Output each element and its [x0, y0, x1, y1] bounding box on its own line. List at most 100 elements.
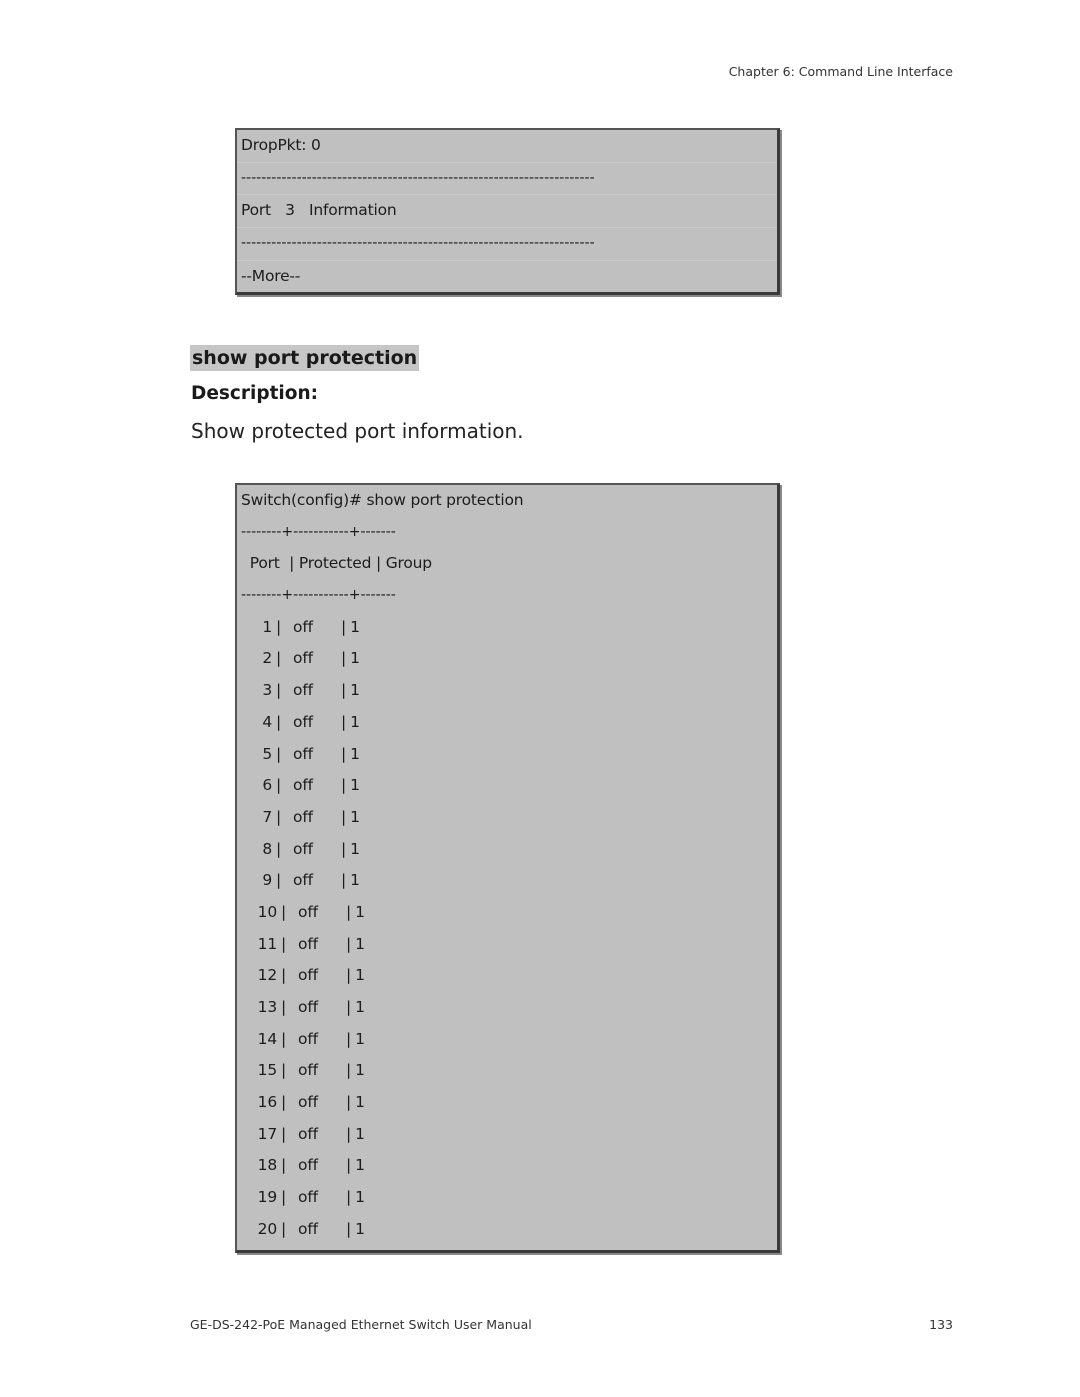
- table-row: 19 | off | 1: [237, 1182, 777, 1214]
- column-separator: |: [281, 966, 287, 985]
- table-row: 4 | off | 1: [237, 707, 777, 739]
- cli-divider: ----------------------------------------…: [237, 228, 777, 261]
- group-number: 1: [355, 1156, 365, 1175]
- port-number: 19: [257, 1188, 278, 1207]
- protected-status: off: [298, 1124, 318, 1143]
- protected-status: off: [298, 1188, 318, 1207]
- table-row: 11 | off | 1: [237, 929, 777, 961]
- cli-output-box-previous: DropPkt: 0 -----------------------------…: [235, 128, 780, 295]
- column-separator: |: [276, 681, 282, 700]
- column-separator: |: [346, 934, 352, 953]
- group-number: 1: [355, 934, 365, 953]
- port-number: 12: [257, 966, 278, 985]
- column-separator: |: [276, 776, 282, 795]
- footer-manual-title: GE-DS-242-PoE Managed Ethernet Switch Us…: [190, 1317, 532, 1332]
- column-separator: |: [346, 1124, 352, 1143]
- table-row: 17 | off | 1: [237, 1119, 777, 1151]
- protected-status: off: [293, 839, 313, 858]
- column-separator: |: [281, 1219, 287, 1238]
- column-separator: |: [281, 1124, 287, 1143]
- port-number: 15: [257, 1061, 278, 1080]
- group-number: 1: [355, 1061, 365, 1080]
- group-number: 1: [355, 1029, 365, 1048]
- protected-status: off: [298, 1061, 318, 1080]
- protected-status: off: [298, 1029, 318, 1048]
- group-number: 1: [350, 807, 360, 826]
- port-table-rows: 1 | off | 1 2 | off | 1 3 | off | 1 4 | off | 1 5 | off | 1 6 | off…: [237, 612, 777, 1246]
- group-number: 1: [355, 1093, 365, 1112]
- port-number: 10: [257, 902, 278, 921]
- protected-status: off: [298, 934, 318, 953]
- port-number: 1: [262, 617, 272, 636]
- group-number: 1: [350, 712, 360, 731]
- protected-status: off: [298, 998, 318, 1016]
- column-separator: |: [276, 744, 282, 763]
- table-row: 7 | off | 1: [237, 802, 777, 834]
- column-separator: |: [276, 839, 282, 858]
- column-separator: |: [346, 902, 352, 921]
- table-row: 6 | off | 1: [237, 770, 777, 802]
- protected-status: off: [298, 1093, 318, 1112]
- table-row: 5 | off | 1: [237, 739, 777, 771]
- column-separator: |: [346, 1188, 352, 1207]
- column-separator: |: [341, 681, 347, 700]
- port-number: 20: [257, 1219, 278, 1238]
- column-separator: |: [341, 712, 347, 731]
- group-number: 1: [350, 649, 360, 668]
- column-separator: |: [341, 807, 347, 826]
- protected-status: off: [298, 1219, 318, 1238]
- group-number: 1: [355, 902, 365, 921]
- column-separator: |: [346, 998, 352, 1016]
- protected-status: off: [293, 712, 313, 731]
- column-separator: |: [281, 1156, 287, 1175]
- group-number: 1: [355, 966, 365, 985]
- group-number: 1: [350, 744, 360, 763]
- port-number: 5: [262, 744, 272, 763]
- table-row: 9 | off | 1: [237, 865, 777, 897]
- table-row: 10 | off | 1: [237, 897, 777, 929]
- group-number: 1: [350, 681, 360, 700]
- column-separator: |: [281, 1188, 287, 1207]
- protected-status: off: [293, 681, 313, 700]
- column-separator: |: [281, 1029, 287, 1048]
- cli-divider: ----------------------------------------…: [237, 163, 777, 196]
- column-separator: |: [281, 1061, 287, 1080]
- column-separator: |: [341, 776, 347, 795]
- group-number: 1: [355, 1219, 365, 1238]
- table-row: 8 | off | 1: [237, 834, 777, 866]
- column-separator: |: [346, 966, 352, 985]
- table-row: 14 | off | 1: [237, 1024, 777, 1056]
- cli-line: DropPkt: 0: [237, 130, 777, 163]
- description-label: Description:: [191, 383, 319, 404]
- port-number: 9: [262, 871, 272, 890]
- column-separator: |: [281, 998, 287, 1016]
- column-separator: |: [341, 649, 347, 668]
- table-row: 3 | off | 1: [237, 675, 777, 707]
- table-row: 13 | off | 1: [237, 992, 777, 1024]
- column-separator: |: [276, 871, 282, 890]
- group-number: 1: [350, 776, 360, 795]
- cli-prompt-line: Switch(config)# show port protection: [241, 491, 524, 509]
- column-separator: |: [341, 871, 347, 890]
- protected-status: off: [293, 776, 313, 795]
- group-number: 1: [350, 839, 360, 858]
- column-separator: |: [276, 617, 282, 636]
- protected-status: off: [293, 871, 313, 890]
- protected-status: off: [293, 807, 313, 826]
- protected-status: off: [298, 966, 318, 985]
- table-row: 1 | off | 1: [237, 612, 777, 644]
- description-text: Show protected port information.: [191, 419, 524, 443]
- group-number: 1: [355, 998, 365, 1016]
- table-row: 16 | off | 1: [237, 1087, 777, 1119]
- column-separator: |: [281, 934, 287, 953]
- column-separator: |: [341, 617, 347, 636]
- port-number: 18: [257, 1156, 278, 1175]
- cli-line: Port 3 Information: [237, 195, 777, 229]
- column-separator: |: [281, 1093, 287, 1112]
- protected-status: off: [293, 617, 313, 636]
- port-number: 17: [257, 1124, 278, 1143]
- group-number: 1: [355, 1188, 365, 1207]
- port-number: 6: [262, 776, 272, 795]
- table-row: 15 | off | 1: [237, 1055, 777, 1087]
- table-row: 18 | off | 1: [237, 1150, 777, 1182]
